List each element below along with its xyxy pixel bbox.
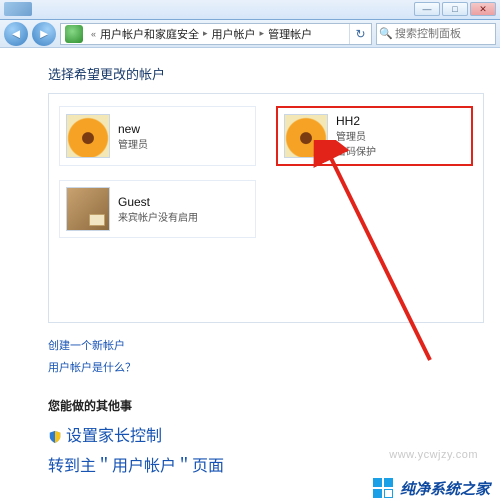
breadcrumb-seg-3[interactable]: 管理帐户	[268, 26, 312, 42]
breadcrumb-seg-1[interactable]: 用户帐户和家庭安全	[100, 26, 199, 42]
accounts-pane: new管理员HH2管理员密码保护Guest来宾帐户没有启用	[48, 93, 484, 323]
shield-icon	[48, 430, 62, 444]
account-extra: 密码保护	[336, 143, 376, 158]
arrow-left-icon: ◄	[10, 26, 23, 41]
nav-forward-button[interactable]: ◄	[32, 22, 56, 46]
account-role: 来宾帐户没有启用	[118, 209, 198, 224]
account-links: 创建一个新帐户 用户帐户是什么？	[48, 337, 484, 375]
brand-text: 纯净系统之家	[400, 478, 490, 499]
account-role: 管理员	[336, 128, 376, 143]
account-card-hh2[interactable]: HH2管理员密码保护	[276, 106, 473, 166]
nav-back-button[interactable]: ◄	[4, 22, 28, 46]
watermark-url: www.ycwjzy.com	[389, 449, 478, 461]
window-controls: — □ ✕	[414, 2, 496, 16]
account-meta: new管理员	[118, 122, 148, 151]
arrow-right-icon: ◄	[38, 26, 51, 41]
other-actions: 您能做的其他事 设置家长控制 转到主＂用户帐户＂页面	[48, 397, 484, 476]
other-actions-heading: 您能做的其他事	[48, 397, 484, 414]
search-box[interactable]: 🔍	[376, 23, 496, 45]
page-title: 选择希望更改的帐户	[48, 64, 484, 83]
create-account-link[interactable]: 创建一个新帐户	[48, 337, 484, 353]
search-icon: 🔍	[377, 27, 395, 40]
search-input[interactable]	[395, 28, 487, 40]
brand-footer: 纯净系统之家	[372, 477, 490, 499]
breadcrumb-sep: ▸	[203, 28, 208, 39]
titlebar: — □ ✕	[0, 0, 500, 20]
avatar	[284, 114, 328, 158]
breadcrumb-sep: «	[91, 29, 96, 39]
account-card-guest[interactable]: Guest来宾帐户没有启用	[59, 180, 256, 238]
maximize-button[interactable]: □	[442, 2, 468, 16]
account-name: new	[118, 122, 148, 136]
control-panel-icon	[65, 25, 83, 43]
avatar	[66, 187, 110, 231]
close-button[interactable]: ✕	[470, 2, 496, 16]
breadcrumb-seg-2[interactable]: 用户帐户	[212, 26, 256, 42]
account-card-new[interactable]: new管理员	[59, 106, 256, 166]
brand-logo-icon	[372, 477, 394, 499]
refresh-button[interactable]: ↻	[349, 23, 371, 45]
account-meta: Guest来宾帐户没有启用	[118, 195, 198, 224]
content-area: 选择希望更改的帐户 new管理员HH2管理员密码保护Guest来宾帐户没有启用 …	[0, 48, 500, 476]
breadcrumb[interactable]: « 用户帐户和家庭安全 ▸ 用户帐户 ▸ 管理帐户 ↻	[60, 23, 372, 45]
minimize-button[interactable]: —	[414, 2, 440, 16]
account-meta: HH2管理员密码保护	[336, 114, 376, 158]
account-role: 管理员	[118, 136, 148, 151]
account-name: HH2	[336, 114, 376, 128]
parental-controls-link[interactable]: 设置家长控制	[66, 422, 162, 446]
avatar	[66, 114, 110, 158]
breadcrumb-sep: ▸	[260, 28, 265, 39]
account-name: Guest	[118, 195, 198, 209]
window-icon	[4, 2, 32, 16]
what-is-account-link[interactable]: 用户帐户是什么？	[48, 359, 484, 375]
navbar: ◄ ◄ « 用户帐户和家庭安全 ▸ 用户帐户 ▸ 管理帐户 ↻ 🔍	[0, 20, 500, 48]
